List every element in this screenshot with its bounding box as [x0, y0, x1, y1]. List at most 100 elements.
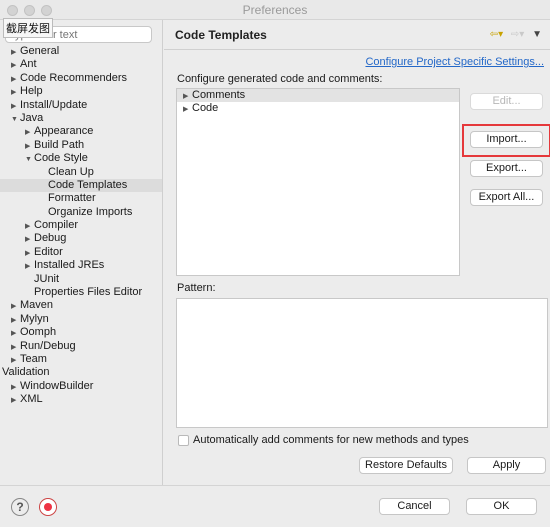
edit-button[interactable]: Edit... — [470, 93, 543, 110]
expand-arrow-icon[interactable]: ▶ — [25, 126, 34, 139]
sidebar-item-label: Maven — [20, 299, 54, 312]
sidebar-item-label: Build Path — [34, 138, 85, 151]
window-title: Preferences — [242, 3, 308, 17]
expand-arrow-icon[interactable]: ▶ — [11, 341, 20, 354]
sidebar-item-label: Help — [20, 85, 43, 98]
cancel-button[interactable]: Cancel — [379, 498, 450, 515]
forward-arrow-icon[interactable]: ⇨▾ — [511, 29, 524, 40]
expand-arrow-icon[interactable]: ▶ — [11, 354, 20, 367]
menu-icon[interactable]: ▼ — [532, 29, 542, 40]
sidebar-item[interactable]: ▶ Build Path — [0, 139, 162, 152]
preference-tree: ▶ General ▶ Ant ▶ Code Recommenders ▶ Help ▶ Inst… — [0, 45, 162, 407]
sidebar-item-label: Installed JREs — [34, 259, 105, 272]
sidebar-item-label: Code Templates — [48, 178, 128, 191]
sidebar-item[interactable]: ▶ General — [0, 45, 162, 58]
export-button[interactable]: Export... — [470, 160, 543, 177]
sidebar-item[interactable]: ▶ Appearance — [0, 125, 162, 138]
sidebar-item-label: Code Style — [34, 152, 88, 165]
expand-arrow-icon[interactable]: ▶ — [11, 381, 20, 394]
main-panel: Code Templates ⇦▾ ⇨▾ ▼ Configure Project… — [164, 20, 550, 485]
auto-comment-label[interactable]: Automatically add comments for new metho… — [193, 434, 469, 446]
sidebar-item-label: Mylyn — [20, 312, 49, 325]
expand-arrow-icon[interactable]: ▶ — [25, 247, 34, 260]
expand-arrow-icon[interactable]: ▶ — [11, 73, 20, 86]
sidebar-item-label: Organize Imports — [48, 205, 133, 218]
sidebar-item-label: JUnit — [34, 272, 60, 285]
title-bar: Preferences — [0, 0, 550, 20]
collapse-arrow-icon[interactable]: ▼ — [11, 113, 20, 126]
sidebar-item[interactable]: ▶ XML — [0, 393, 162, 406]
highlight-box — [462, 124, 550, 157]
sidebar-item-label: Compiler — [34, 219, 79, 232]
sidebar-item[interactable]: ▶ Editor — [0, 246, 162, 259]
sidebar-item[interactable]: ▶ Run/Debug — [0, 340, 162, 353]
sidebar-item-label: Java — [20, 111, 44, 124]
sidebar-item-label: Clean Up — [48, 165, 94, 178]
pattern-label: Pattern: — [177, 282, 216, 294]
expand-arrow-icon[interactable]: ▶ — [11, 314, 20, 327]
sidebar-item-label: Validation — [2, 366, 50, 379]
expand-arrow-icon[interactable]: ▶ — [11, 100, 20, 113]
sidebar-item[interactable]: Formatter — [0, 192, 162, 205]
sidebar-item[interactable]: Code Templates — [0, 178, 162, 193]
sidebar-item[interactable]: ▶ Help — [0, 85, 162, 98]
sidebar-item[interactable]: ▶ Code Recommenders — [0, 72, 162, 85]
sidebar-item[interactable]: JUnit — [0, 273, 162, 286]
sidebar-item[interactable]: Organize Imports — [0, 206, 162, 219]
capture-label: 截屏发图 — [3, 18, 53, 38]
sidebar-item[interactable]: ▶ Team — [0, 353, 162, 366]
sidebar-item-label: Oomph — [20, 326, 57, 339]
expand-arrow-icon[interactable]: ▶ — [11, 327, 20, 340]
templates-tree[interactable]: ▶ Comments ▶ Code — [176, 88, 460, 276]
sidebar-item[interactable]: ▶ Installed JREs — [0, 259, 162, 272]
sidebar-item-label: Install/Update — [20, 98, 88, 111]
pattern-editor[interactable] — [176, 298, 548, 428]
sidebar-item[interactable]: Validation — [0, 366, 162, 379]
sidebar-item[interactable]: ▶ Ant — [0, 58, 162, 71]
sidebar-item[interactable]: ▶ Oomph — [0, 326, 162, 339]
sidebar-item-label: Code Recommenders — [20, 71, 127, 84]
sidebar-item-label: Formatter — [48, 192, 96, 205]
restore-defaults-button[interactable]: Restore Defaults — [359, 457, 453, 474]
configure-project-link[interactable]: Configure Project Specific Settings... — [365, 56, 544, 68]
template-item-comments[interactable]: ▶ Comments — [177, 89, 459, 102]
sidebar-item[interactable]: ▶ WindowBuilder — [0, 380, 162, 393]
expand-arrow-icon[interactable]: ▶ — [11, 394, 20, 407]
apply-button[interactable]: Apply — [467, 457, 546, 474]
collapse-arrow-icon[interactable]: ▼ — [25, 153, 34, 166]
expand-arrow-icon[interactable]: ▶ — [11, 86, 20, 99]
sidebar-item[interactable]: ▶ Install/Update — [0, 99, 162, 112]
sidebar-item[interactable]: Properties Files Editor — [0, 286, 162, 299]
back-arrow-icon[interactable]: ⇦▾ — [490, 29, 503, 40]
template-item-code[interactable]: ▶ Code — [177, 102, 459, 115]
sidebar-item[interactable]: ▶ Compiler — [0, 219, 162, 232]
help-icon[interactable]: ? — [11, 498, 29, 516]
sidebar-item-label: Appearance — [34, 125, 94, 138]
record-icon[interactable] — [39, 498, 57, 516]
sidebar-item[interactable]: Clean Up — [0, 166, 162, 179]
sidebar-item-label: Team — [20, 352, 47, 365]
sidebar-item[interactable]: ▼ Code Style — [0, 152, 162, 165]
sidebar-item[interactable]: ▶ Debug — [0, 232, 162, 245]
sidebar-item[interactable]: ▶ Mylyn — [0, 313, 162, 326]
sidebar-item-label: Debug — [34, 232, 67, 245]
sidebar-item-label: General — [20, 45, 60, 57]
expand-arrow-icon[interactable]: ▶ — [11, 300, 20, 313]
sidebar-item-label: Properties Files Editor — [34, 286, 143, 299]
expand-arrow-icon[interactable]: ▶ — [25, 260, 34, 273]
sidebar-item[interactable]: ▼ Java — [0, 112, 162, 125]
expand-arrow-icon[interactable]: ▶ — [11, 59, 20, 72]
header-divider — [164, 49, 550, 50]
expand-arrow-icon[interactable]: ▶ — [25, 220, 34, 233]
expand-arrow-icon[interactable]: ▶ — [25, 233, 34, 246]
auto-comment-checkbox[interactable] — [178, 435, 189, 446]
ok-button[interactable]: OK — [466, 498, 537, 515]
expand-arrow-icon[interactable]: ▶ — [25, 140, 34, 153]
sidebar-item-label: Run/Debug — [20, 339, 76, 352]
export-all-button[interactable]: Export All... — [470, 189, 543, 206]
sidebar-item-label: XML — [20, 393, 43, 406]
page-title: Code Templates — [175, 28, 267, 42]
expand-arrow-icon[interactable]: ▶ — [11, 46, 20, 59]
expand-arrow-icon[interactable]: ▶ — [183, 103, 192, 116]
sidebar-item[interactable]: ▶ Maven — [0, 299, 162, 312]
